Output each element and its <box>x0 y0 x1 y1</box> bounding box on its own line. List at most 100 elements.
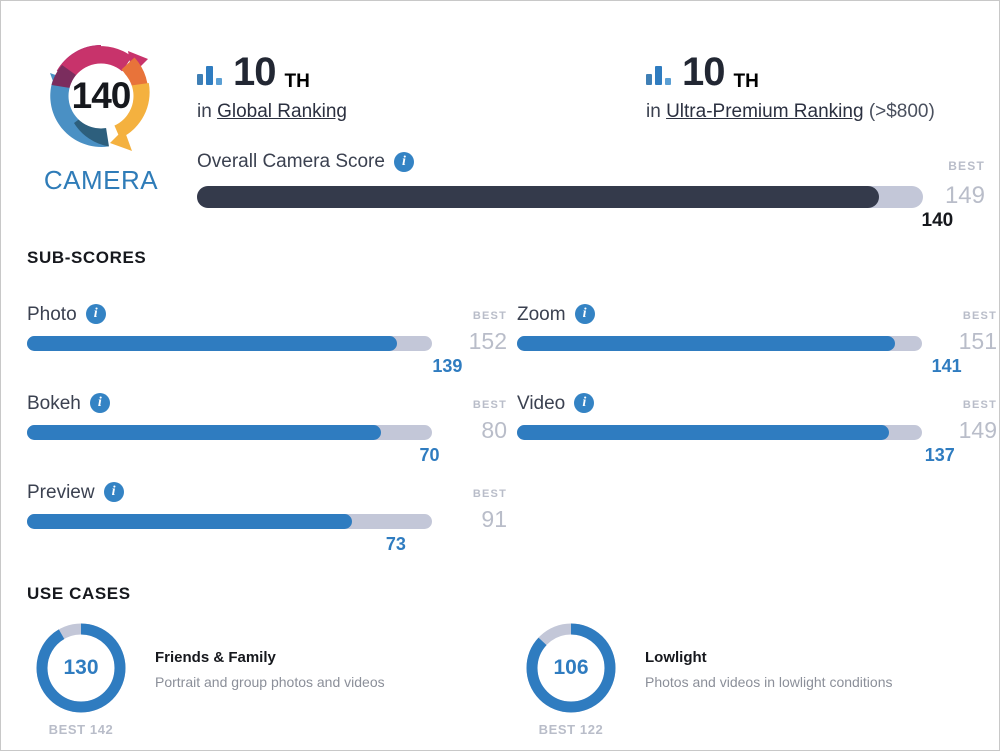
ultra-premium-ranking-place: 10 <box>682 50 725 94</box>
usecase-lowlight-value: 106 <box>553 656 589 679</box>
global-ranking-block[interactable]: 10 TH in Global Ranking <box>197 50 347 123</box>
subscore-track <box>517 336 922 351</box>
subscore-track <box>517 425 922 440</box>
subscore-preview-head: Preview i <box>27 482 487 502</box>
info-icon[interactable]: i <box>393 152 414 172</box>
usecase-lowlight-name: Lowlight <box>645 649 707 666</box>
usecase-friends-family-name: Friends & Family <box>155 649 276 666</box>
subscore-zoom-head: Zoom i <box>517 304 977 324</box>
subscore-video-label: Video <box>517 392 566 414</box>
subscore-zoom-best-value: 151 <box>958 328 997 354</box>
subscore-bokeh-best-label: BEST <box>472 399 507 411</box>
logo-ring-graphic: 140 <box>36 31 166 161</box>
subscore-photo-head: Photo i <box>27 304 487 324</box>
subscore-zoom-value: 141 <box>931 356 962 376</box>
subscore-video-head: Video i <box>517 393 977 413</box>
ultra-premium-ranking-link[interactable]: Ultra-Premium Ranking <box>666 101 863 122</box>
usecases-section-title: USE CASES <box>27 584 131 603</box>
overall-camera-score: Overall Camera Score i BEST 149 140 <box>197 151 985 231</box>
subscore-photo-label: Photo <box>27 303 77 325</box>
subscore-zoom-best-label: BEST <box>962 310 997 322</box>
subscore-preview-bar-row: BEST 91 73 <box>27 488 507 554</box>
usecase-lowlight-description: Photos and videos in lowlight conditions <box>645 674 893 690</box>
info-icon[interactable]: i <box>89 393 110 413</box>
subscore-preview-value: 73 <box>385 534 406 554</box>
bar-chart-icon <box>646 66 671 85</box>
subscore-fill <box>27 425 382 440</box>
ultra-premium-ranking-caption: in Ultra-Premium Ranking (>$800) <box>646 101 935 123</box>
subscore-photo-best-label: BEST <box>472 310 507 322</box>
subscore-bokeh-head: Bokeh i <box>27 393 487 413</box>
overall-camera-score-bar-row: BEST 149 140 <box>197 159 985 231</box>
usecase-friends-family-best: BEST 142 <box>48 722 114 737</box>
bar-chart-icon <box>197 66 222 85</box>
subscore-video-value: 137 <box>924 445 955 465</box>
subscore-bokeh-value: 70 <box>419 445 440 465</box>
subscore-track <box>27 336 432 351</box>
camera-score-logo: 140 CAMERA <box>25 31 177 196</box>
subscores-section-title: SUB-SCORES <box>27 248 147 267</box>
ultra-premium-ranking-ordinal: TH <box>733 71 759 92</box>
usecase-friends-family-text: Friends & Family Portrait and group phot… <box>155 621 385 690</box>
subscore-preview-label: Preview <box>27 481 95 503</box>
subscore-track <box>27 514 432 529</box>
camera-score-card: 140 CAMERA 10 TH in Global Ranking 10 TH… <box>0 0 1000 751</box>
overall-score-value: 140 <box>921 210 954 231</box>
subscore-zoom-label: Zoom <box>517 303 566 325</box>
subscore-bokeh-label: Bokeh <box>27 392 81 414</box>
subscore-fill <box>517 336 896 351</box>
donut-chart: 130 <box>34 621 128 715</box>
subscore-fill <box>27 514 352 529</box>
overall-score-track <box>197 186 923 208</box>
subscore-video: Video i BEST 149 137 <box>517 393 997 465</box>
usecase-lowlight-best: BEST 122 <box>538 722 604 737</box>
usecase-lowlight: 106 BEST 122 Lowlight Photos and videos … <box>519 621 893 737</box>
usecase-friends-family-description: Portrait and group photos and videos <box>155 674 385 690</box>
ultra-premium-ranking-place-row: 10 TH <box>646 50 935 94</box>
subscore-fill <box>517 425 890 440</box>
usecase-lowlight-gauge: 106 BEST 122 <box>519 621 623 737</box>
subscore-track <box>27 425 432 440</box>
info-icon[interactable]: i <box>85 304 106 324</box>
ultra-premium-ranking-prefix: in <box>646 101 661 122</box>
subscore-preview: Preview i BEST 91 73 <box>27 482 507 554</box>
ultra-premium-ranking-price-range: (>$800) <box>868 101 935 122</box>
info-icon[interactable]: i <box>574 393 595 413</box>
global-ranking-place: 10 <box>233 50 276 94</box>
usecase-friends-family-value: 130 <box>63 656 99 679</box>
global-ranking-ordinal: TH <box>284 71 310 92</box>
usecase-friends-family-gauge: 130 BEST 142 <box>29 621 133 737</box>
global-ranking-caption: in Global Ranking <box>197 101 347 123</box>
ultra-premium-ranking-block[interactable]: 10 TH in Ultra-Premium Ranking (>$800) <box>646 50 935 123</box>
subscore-zoom: Zoom i BEST 151 141 <box>517 304 997 376</box>
subscore-photo-bar-row: BEST 152 139 <box>27 310 507 376</box>
subscore-bokeh-best-value: 80 <box>481 417 507 443</box>
subscore-video-best-value: 149 <box>958 417 997 443</box>
info-icon[interactable]: i <box>103 482 124 502</box>
subscore-photo: Photo i BEST 152 139 <box>27 304 507 376</box>
global-ranking-prefix: in <box>197 101 212 122</box>
overall-camera-score-title-row: Overall Camera Score i <box>197 151 985 173</box>
subscore-zoom-bar-row: BEST 151 141 <box>517 310 997 376</box>
overall-best-value: 149 <box>944 182 985 209</box>
donut-chart: 106 <box>524 621 618 715</box>
global-ranking-place-row: 10 TH <box>197 50 347 94</box>
info-icon[interactable]: i <box>574 304 595 324</box>
overall-best-label: BEST <box>948 159 985 173</box>
subscore-preview-best-label: BEST <box>472 488 507 500</box>
overall-camera-score-label: Overall Camera Score <box>197 151 385 172</box>
subscore-bokeh: Bokeh i BEST 80 70 <box>27 393 507 465</box>
subscore-video-best-label: BEST <box>962 399 997 411</box>
subscore-preview-best-value: 91 <box>481 506 507 532</box>
usecase-friends-family: 130 BEST 142 Friends & Family Portrait a… <box>29 621 385 737</box>
header: 140 CAMERA 10 TH in Global Ranking 10 TH… <box>1 1 999 231</box>
subscore-photo-best-value: 152 <box>468 328 507 354</box>
subscore-fill <box>27 336 398 351</box>
usecase-lowlight-text: Lowlight Photos and videos in lowlight c… <box>645 621 893 690</box>
logo-score-value: 140 <box>71 75 132 116</box>
logo-label: CAMERA <box>43 165 159 195</box>
subscore-photo-value: 139 <box>432 356 463 376</box>
subscore-bokeh-bar-row: BEST 80 70 <box>27 399 507 465</box>
subscore-video-bar-row: BEST 149 137 <box>517 399 997 465</box>
global-ranking-link[interactable]: Global Ranking <box>217 101 347 122</box>
